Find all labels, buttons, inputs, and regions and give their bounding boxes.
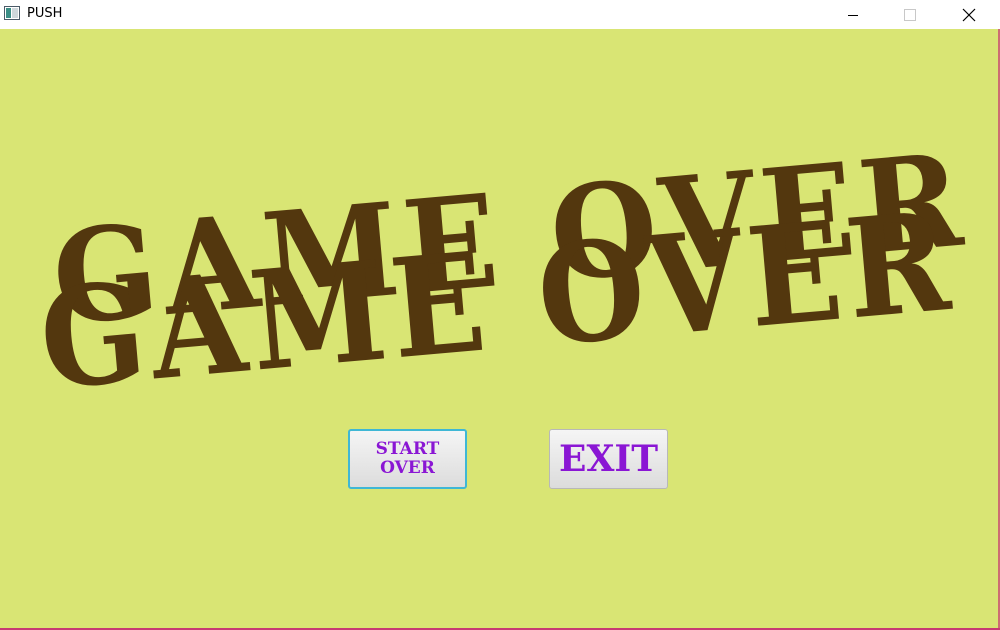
- minimize-icon: [848, 14, 858, 16]
- minimize-button[interactable]: [830, 0, 876, 29]
- start-over-button[interactable]: START OVER: [348, 429, 467, 489]
- title-bar[interactable]: PUSH: [0, 0, 1000, 29]
- close-icon: [962, 8, 976, 21]
- app-icon: [4, 6, 20, 20]
- exit-label: EXIT: [559, 438, 658, 480]
- app-window: PUSH GAME OVER GAME OVER START OVER EXIT: [0, 0, 1000, 630]
- start-over-label: START OVER: [375, 439, 440, 478]
- maximize-icon: [904, 8, 916, 21]
- close-button[interactable]: [946, 0, 992, 29]
- exit-button[interactable]: EXIT: [549, 429, 668, 489]
- maximize-button[interactable]: [887, 0, 933, 29]
- window-title: PUSH: [27, 6, 63, 21]
